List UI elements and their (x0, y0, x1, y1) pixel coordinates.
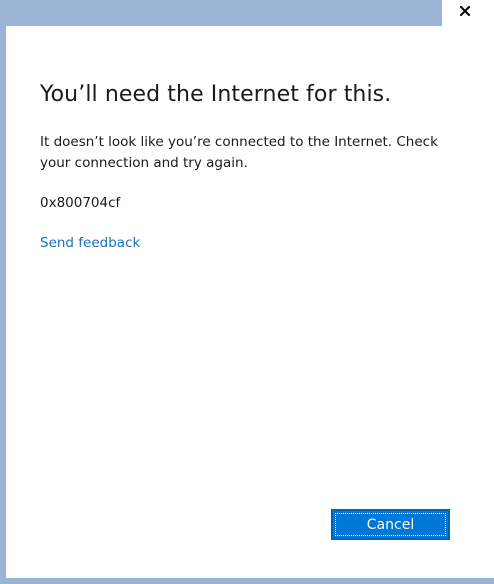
send-feedback-link[interactable]: Send feedback (40, 233, 140, 254)
cancel-button[interactable]: Cancel (331, 509, 450, 540)
error-code: 0x800704cf (40, 195, 121, 211)
close-button[interactable] (448, 0, 482, 22)
window-bottom-edge (0, 578, 494, 584)
dialog-title: You’ll need the Internet for this. (40, 82, 392, 107)
close-icon (460, 6, 470, 16)
error-dialog: You’ll need the Internet for this. It do… (6, 26, 494, 578)
dialog-message: It doesn’t look like you’re connected to… (40, 134, 438, 171)
